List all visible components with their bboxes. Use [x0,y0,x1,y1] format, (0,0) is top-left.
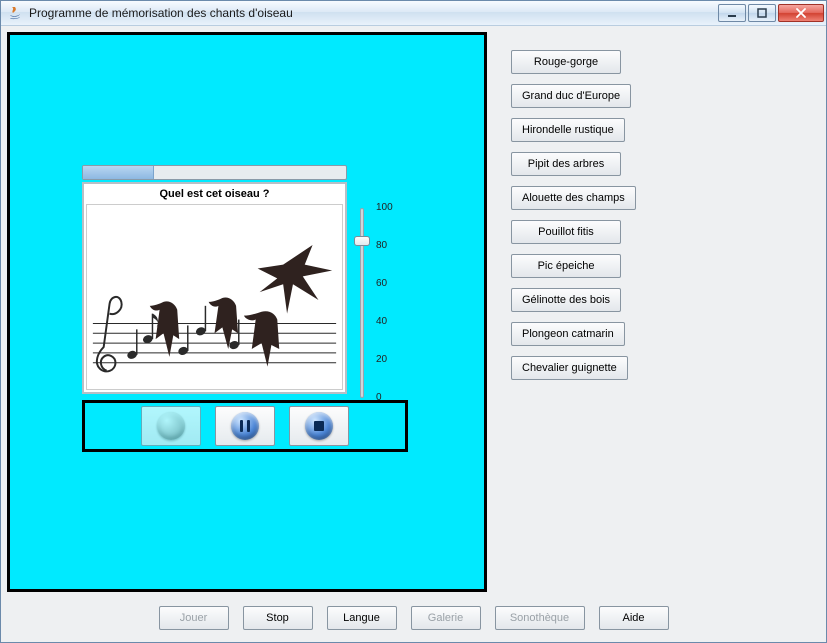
quiz-question: Quel est cet oiseau ? [86,188,343,200]
pause-icon [231,412,259,440]
stop-button[interactable] [289,406,349,446]
stop-icon [305,412,333,440]
bottom-btn-jouer[interactable]: Jouer [159,606,229,630]
quiz-image [86,204,343,390]
main-row: Quel est cet oiseau ? [7,32,820,592]
play-button[interactable] [141,406,201,446]
java-app-icon [7,5,23,21]
slider-tick: 100 [376,202,402,213]
volume-slider-thumb[interactable] [354,236,370,246]
slider-tick: 20 [376,354,402,365]
bird-option[interactable]: Pic épeiche [511,254,621,278]
window-title: Programme de mémorisation des chants d'o… [29,6,716,20]
playback-progress-bar [83,166,154,179]
bird-option[interactable]: Chevalier guignette [511,356,628,380]
bird-option[interactable]: Rouge-gorge [511,50,621,74]
window-controls [716,4,824,22]
client-area: Quel est cet oiseau ? [1,26,826,642]
slider-tick: 80 [376,240,402,251]
minimize-button[interactable] [718,4,746,22]
play-icon [157,412,185,440]
bird-answer-list: Rouge-gorge Grand duc d'Europe Hirondell… [505,32,820,592]
maximize-button[interactable] [748,4,776,22]
bird-option[interactable]: Alouette des champs [511,186,636,210]
bottom-btn-galerie[interactable]: Galerie [411,606,481,630]
quiz-panel: Quel est cet oiseau ? [82,165,408,452]
bird-option[interactable]: Hirondelle rustique [511,118,625,142]
bottom-btn-sonotheque[interactable]: Sonothèque [495,606,585,630]
volume-slider[interactable]: 100 80 60 40 20 0 [354,196,404,412]
playback-progress[interactable] [82,165,347,180]
title-bar: Programme de mémorisation des chants d'o… [1,1,826,26]
bottom-btn-aide[interactable]: Aide [599,606,669,630]
bottom-btn-stop[interactable]: Stop [243,606,313,630]
slider-tick: 0 [376,392,402,403]
bird-option[interactable]: Pouillot fitis [511,220,621,244]
bottom-btn-langue[interactable]: Langue [327,606,397,630]
bird-option[interactable]: Pipit des arbres [511,152,621,176]
pause-button[interactable] [215,406,275,446]
slider-tick: 40 [376,316,402,327]
bottom-toolbar: Jouer Stop Langue Galerie Sonothèque Aid… [7,592,820,636]
slider-tick: 60 [376,278,402,289]
close-button[interactable] [778,4,824,22]
bird-option[interactable]: Gélinotte des bois [511,288,621,312]
app-window: Programme de mémorisation des chants d'o… [0,0,827,643]
quiz-card: Quel est cet oiseau ? [82,182,347,394]
bird-option[interactable]: Grand duc d'Europe [511,84,631,108]
bird-option[interactable]: Plongeon catmarin [511,322,625,346]
quiz-canvas: Quel est cet oiseau ? [7,32,487,592]
